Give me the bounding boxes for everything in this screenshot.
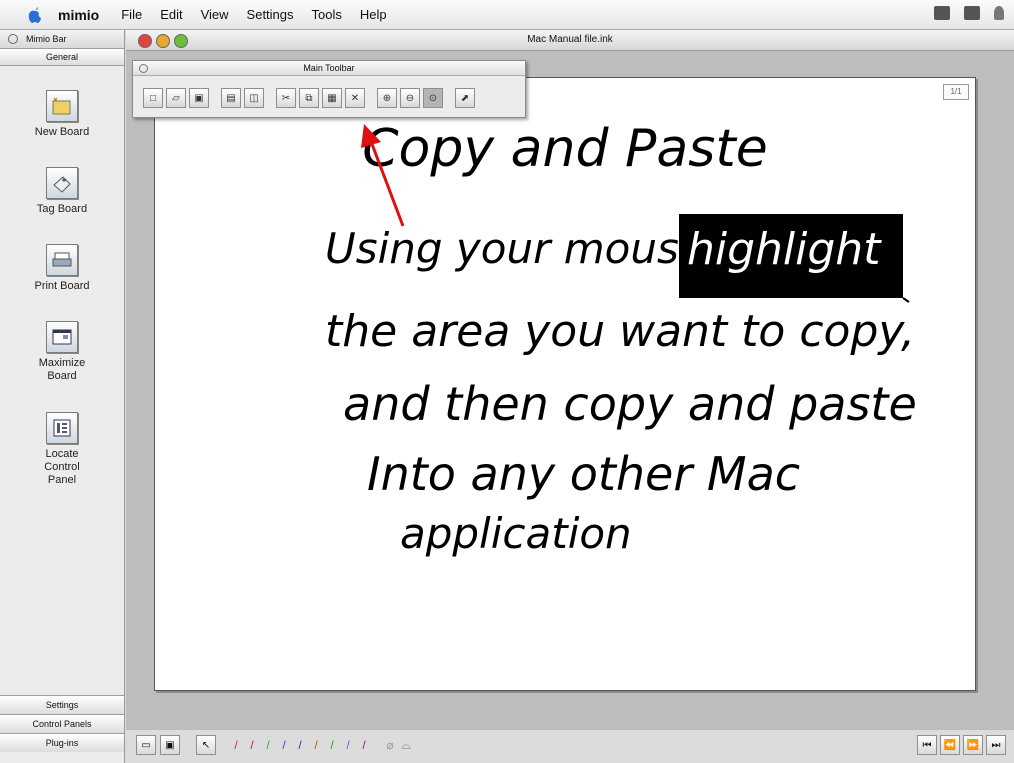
line-copy-paste: and then copy and paste xyxy=(343,377,917,431)
main-toolbar-palette: Main Toolbar □ ▱ ▣ ▤ ◫ ✂ ⧉ ▦ ✕ ⊕ ⊖ ⊙ ⬈ xyxy=(132,60,526,118)
zoom-button[interactable] xyxy=(174,34,188,48)
paste-icon[interactable]: ▦ xyxy=(322,88,342,108)
new-file-icon[interactable]: □ xyxy=(143,88,163,108)
pen-red-icon[interactable]: / xyxy=(230,736,242,754)
save-icon[interactable]: ▣ xyxy=(189,88,209,108)
handwriting-layer: Copy and Paste Using your mouse, highlig… xyxy=(325,119,917,558)
pen-magenta-icon[interactable]: / xyxy=(358,736,370,754)
maximize-icon xyxy=(46,321,78,353)
main-toolbar-title: Main Toolbar xyxy=(303,63,355,73)
line-using-mouse: Using your mouse, xyxy=(325,224,718,273)
zoom-select-icon[interactable]: ⊙ xyxy=(423,88,443,108)
section-general[interactable]: General xyxy=(0,49,124,66)
board-view-icon[interactable]: ▭ xyxy=(136,735,156,755)
main-toolbar-titlebar[interactable]: Main Toolbar xyxy=(133,61,525,76)
mimio-bar-titlebar[interactable]: Mimio Bar xyxy=(0,30,124,49)
window-title: Mac Manual file.ink xyxy=(527,34,613,45)
maximize-board-label: Maximize Board xyxy=(38,357,86,382)
collapse-icon[interactable] xyxy=(8,34,18,44)
export-icon[interactable]: ⬈ xyxy=(455,88,475,108)
pen-blue-icon[interactable]: / xyxy=(278,736,290,754)
menu-tools[interactable]: Tools xyxy=(312,7,342,22)
print-icon[interactable]: ▤ xyxy=(221,88,241,108)
open-file-icon[interactable]: ▱ xyxy=(166,88,186,108)
airport-icon[interactable] xyxy=(994,6,1004,20)
new-board-label: New Board xyxy=(34,126,90,138)
first-page-icon[interactable]: ⏮ xyxy=(917,735,937,755)
select-tool-icon[interactable]: ↖ xyxy=(196,735,216,755)
menu-edit[interactable]: Edit xyxy=(160,7,182,22)
section-control-panels[interactable]: Control Panels xyxy=(0,714,124,733)
eraser-icon[interactable]: ⌀ xyxy=(384,736,396,754)
next-page-icon[interactable]: ⏩ xyxy=(963,735,983,755)
window-titlebar[interactable]: Mac Manual file.ink xyxy=(126,30,1014,51)
print-board-label: Print Board xyxy=(34,280,90,292)
drawing-toolbar: ▭ ▣ ↖ / / / / / / / / / ⌀ ⌓ ⏮ ⏪ ⏩ ⏭ xyxy=(126,730,1014,763)
section-settings[interactable]: Settings xyxy=(0,695,124,714)
board-canvas[interactable]: 1/1 Copy and Paste Using your mouse, hig… xyxy=(154,77,976,691)
cut-icon[interactable]: ✂ xyxy=(276,88,296,108)
fill-icon[interactable]: ⌓ xyxy=(400,736,412,754)
previous-page-icon[interactable]: ⏪ xyxy=(940,735,960,755)
menu-file[interactable]: File xyxy=(121,7,142,22)
pen-purple-icon[interactable]: / xyxy=(342,736,354,754)
save-board-icon[interactable]: ▣ xyxy=(160,735,180,755)
close-button[interactable] xyxy=(138,34,152,48)
new-board-button[interactable]: New Board xyxy=(0,90,124,138)
tag-board-icon xyxy=(46,167,78,199)
menu-settings[interactable]: Settings xyxy=(247,7,294,22)
last-page-icon[interactable]: ⏭ xyxy=(986,735,1006,755)
section-plug-ins[interactable]: Plug-ins xyxy=(0,733,124,752)
delete-icon[interactable]: ✕ xyxy=(345,88,365,108)
control-panel-icon xyxy=(46,412,78,444)
toolbar-collapse-icon[interactable] xyxy=(139,64,148,73)
menu-view[interactable]: View xyxy=(201,7,229,22)
monitor-icon[interactable] xyxy=(964,6,980,20)
locate-control-panel-label: Locate Control Panel xyxy=(44,448,80,486)
pen-orange-icon[interactable]: / xyxy=(310,736,322,754)
pen-light-green-icon[interactable]: / xyxy=(326,736,338,754)
line-into-mac: Into any other Mac xyxy=(367,447,800,501)
display-icon[interactable] xyxy=(934,6,950,20)
mimio-bar-title: Mimio Bar xyxy=(26,34,67,44)
line-area: the area you want to copy, xyxy=(325,306,915,357)
print-board-button[interactable]: Print Board xyxy=(0,244,124,292)
document-window: Mac Manual file.ink 1/1 Copy and Paste U… xyxy=(126,30,1014,763)
line-highlight: highlight xyxy=(687,224,882,275)
menu-bar: mimio File Edit View Settings Tools Help xyxy=(0,0,1014,30)
pen-green-icon[interactable]: / xyxy=(262,736,274,754)
mimio-bar: Mimio Bar General New Board Tag Board Pr… xyxy=(0,30,125,763)
menu-help[interactable]: Help xyxy=(360,7,387,22)
copy-icon[interactable]: ⧉ xyxy=(299,88,319,108)
line-title: Copy and Paste xyxy=(362,119,768,179)
zoom-out-icon[interactable]: ⊖ xyxy=(400,88,420,108)
print-preview-icon[interactable]: ◫ xyxy=(244,88,264,108)
locate-control-panel-button[interactable]: Locate Control Panel xyxy=(0,412,124,487)
printer-icon xyxy=(46,244,78,276)
app-menu[interactable]: mimio xyxy=(58,7,99,23)
apple-menu-icon[interactable] xyxy=(24,4,46,26)
cursor-icon xyxy=(902,297,910,303)
tag-board-button[interactable]: Tag Board xyxy=(0,167,124,215)
line-application: application xyxy=(400,509,632,558)
maximize-board-button[interactable]: Maximize Board xyxy=(0,321,124,383)
pen-navy-icon[interactable]: / xyxy=(294,736,306,754)
zoom-in-icon[interactable]: ⊕ xyxy=(377,88,397,108)
tag-board-label: Tag Board xyxy=(36,203,88,215)
pen-dark-red-icon[interactable]: / xyxy=(246,736,258,754)
new-board-icon xyxy=(46,90,78,122)
minimize-button[interactable] xyxy=(156,34,170,48)
